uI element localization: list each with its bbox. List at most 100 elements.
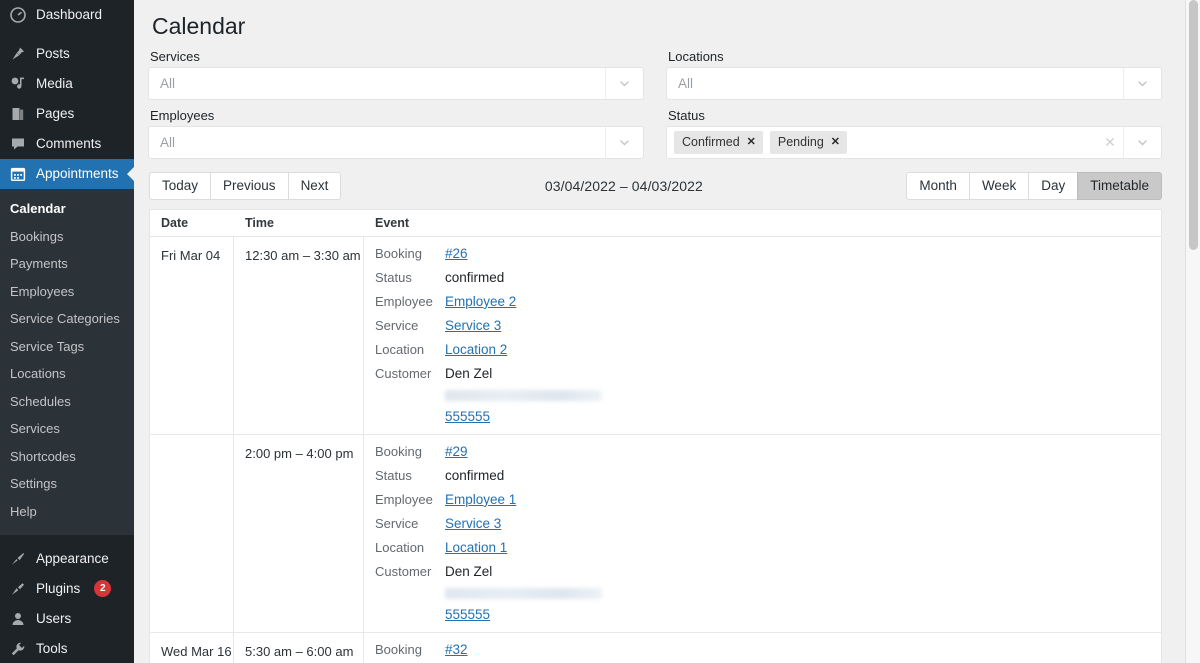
table-row: Fri Mar 04 12:30 am – 3:30 am Booking #2… bbox=[150, 237, 1161, 435]
sidebar-item-posts[interactable]: Posts bbox=[0, 39, 134, 69]
submenu-item-locations[interactable]: Locations bbox=[0, 360, 134, 388]
booking-link[interactable]: #32 bbox=[445, 642, 468, 657]
booking-link[interactable]: #26 bbox=[445, 246, 468, 261]
field-label: Employee bbox=[375, 294, 445, 309]
employees-filter: Employees All bbox=[148, 107, 644, 159]
submenu-item-payments[interactable]: Payments bbox=[0, 250, 134, 278]
sidebar-item-comments[interactable]: Comments bbox=[0, 129, 134, 159]
wrench-icon bbox=[9, 640, 27, 658]
employees-selected-value: All bbox=[160, 135, 605, 150]
page-scrollbar[interactable] bbox=[1185, 0, 1200, 663]
view-day-button[interactable]: Day bbox=[1028, 172, 1078, 200]
filters-row-2: Employees All Status Confirmed ✕ bbox=[148, 107, 1200, 159]
sidebar-item-label: Appointments bbox=[36, 167, 119, 181]
status-tag-pending[interactable]: Pending ✕ bbox=[770, 131, 847, 155]
services-filter: Services All bbox=[148, 48, 644, 100]
sidebar-item-label: Appearance bbox=[36, 552, 109, 566]
sidebar-item-dashboard[interactable]: Dashboard bbox=[0, 0, 134, 30]
employees-select[interactable]: All bbox=[148, 126, 644, 159]
field-label: Customer bbox=[375, 366, 445, 381]
services-filter-label: Services bbox=[150, 49, 644, 64]
sidebar-item-label: Comments bbox=[36, 137, 101, 151]
location-link[interactable]: Location 2 bbox=[445, 342, 507, 357]
calendar-icon bbox=[9, 165, 27, 183]
submenu-item-help[interactable]: Help bbox=[0, 498, 134, 526]
view-week-button[interactable]: Week bbox=[969, 172, 1029, 200]
customer-phone-link[interactable]: 555555 bbox=[445, 607, 602, 622]
sidebar-divider bbox=[0, 30, 134, 39]
employee-link[interactable]: Employee 1 bbox=[445, 492, 516, 507]
status-tag-confirmed[interactable]: Confirmed ✕ bbox=[674, 131, 763, 155]
sidebar-item-tools[interactable]: Tools bbox=[0, 634, 134, 663]
today-button[interactable]: Today bbox=[149, 172, 211, 200]
service-link[interactable]: Service 3 bbox=[445, 318, 501, 333]
status-filter: Status Confirmed ✕ Pending ✕ ✕ bbox=[666, 107, 1162, 159]
submenu-item-employees[interactable]: Employees bbox=[0, 278, 134, 306]
sidebar-item-appearance[interactable]: Appearance bbox=[0, 544, 134, 574]
event-field-location: Location Location 2 bbox=[375, 342, 1161, 357]
chevron-down-icon[interactable] bbox=[1123, 127, 1161, 158]
locations-select[interactable]: All bbox=[666, 67, 1162, 100]
sidebar-item-media[interactable]: Media bbox=[0, 69, 134, 99]
submenu-item-settings[interactable]: Settings bbox=[0, 470, 134, 498]
row-date: Fri Mar 04 bbox=[150, 237, 234, 434]
sidebar-item-plugins[interactable]: Plugins 2 bbox=[0, 574, 134, 604]
status-tag-label: Pending bbox=[778, 134, 824, 152]
event-field-status: Status confirmed bbox=[375, 270, 1161, 285]
redacted-email bbox=[445, 588, 602, 599]
customer-phone-link[interactable]: 555555 bbox=[445, 409, 602, 424]
customer-details: Den Zel 555555 bbox=[445, 366, 602, 424]
date-range-label: 03/04/2022 – 04/03/2022 bbox=[341, 178, 906, 194]
sidebar-item-label: Tools bbox=[36, 642, 68, 656]
column-header-date: Date bbox=[150, 210, 234, 236]
event-field-service: Service Service 3 bbox=[375, 318, 1161, 333]
main-content: Calendar Services All Locations All bbox=[134, 0, 1200, 663]
field-label: Customer bbox=[375, 564, 445, 579]
submenu-item-bookings[interactable]: Bookings bbox=[0, 223, 134, 251]
previous-button[interactable]: Previous bbox=[210, 172, 289, 200]
chevron-down-icon[interactable] bbox=[605, 68, 643, 99]
chevron-down-icon[interactable] bbox=[605, 127, 643, 158]
services-select[interactable]: All bbox=[148, 67, 644, 100]
calendar-toolbar: Today Previous Next 03/04/2022 – 04/03/2… bbox=[149, 172, 1162, 200]
view-month-button[interactable]: Month bbox=[906, 172, 970, 200]
event-field-employee: Employee Employee 2 bbox=[375, 294, 1161, 309]
status-multiselect[interactable]: Confirmed ✕ Pending ✕ ✕ bbox=[666, 126, 1162, 159]
chevron-down-icon[interactable] bbox=[1123, 68, 1161, 99]
submenu-item-shortcodes[interactable]: Shortcodes bbox=[0, 443, 134, 471]
row-date bbox=[150, 435, 234, 632]
submenu-item-services[interactable]: Services bbox=[0, 415, 134, 443]
field-label: Employee bbox=[375, 492, 445, 507]
location-link[interactable]: Location 1 bbox=[445, 540, 507, 555]
table-row: Wed Mar 16 5:30 am – 6:00 am Booking #32 bbox=[150, 633, 1161, 663]
row-time: 5:30 am – 6:00 am bbox=[234, 633, 364, 663]
sidebar-item-label: Plugins bbox=[36, 582, 80, 596]
event-field-location: Location Location 1 bbox=[375, 540, 1161, 555]
redacted-email bbox=[445, 390, 602, 401]
next-button[interactable]: Next bbox=[288, 172, 342, 200]
employee-link[interactable]: Employee 2 bbox=[445, 294, 516, 309]
remove-tag-icon[interactable]: ✕ bbox=[831, 135, 840, 150]
table-row: 2:00 pm – 4:00 pm Booking #29 Status con… bbox=[150, 435, 1161, 633]
scrollbar-thumb[interactable] bbox=[1189, 0, 1198, 250]
sidebar-item-pages[interactable]: Pages bbox=[0, 99, 134, 129]
sidebar-item-appointments[interactable]: Appointments bbox=[0, 159, 134, 189]
column-header-time: Time bbox=[234, 210, 364, 236]
submenu-item-schedules[interactable]: Schedules bbox=[0, 388, 134, 416]
status-tag-label: Confirmed bbox=[682, 134, 740, 152]
view-timetable-button[interactable]: Timetable bbox=[1077, 172, 1162, 200]
sidebar-item-users[interactable]: Users bbox=[0, 604, 134, 634]
status-value: confirmed bbox=[445, 468, 504, 483]
booking-link[interactable]: #29 bbox=[445, 444, 468, 459]
event-field-booking: Booking #32 bbox=[375, 642, 1161, 657]
remove-tag-icon[interactable]: ✕ bbox=[747, 135, 756, 150]
row-event-details: Booking #32 bbox=[364, 633, 1161, 663]
submenu-item-service-categories[interactable]: Service Categories bbox=[0, 305, 134, 333]
navigation-button-group: Today Previous Next bbox=[149, 172, 341, 200]
service-link[interactable]: Service 3 bbox=[445, 516, 501, 531]
clear-all-icon[interactable]: ✕ bbox=[1097, 134, 1123, 151]
submenu-item-service-tags[interactable]: Service Tags bbox=[0, 333, 134, 361]
field-label: Booking bbox=[375, 246, 445, 261]
status-value: confirmed bbox=[445, 270, 504, 285]
submenu-item-calendar[interactable]: Calendar bbox=[0, 195, 134, 223]
